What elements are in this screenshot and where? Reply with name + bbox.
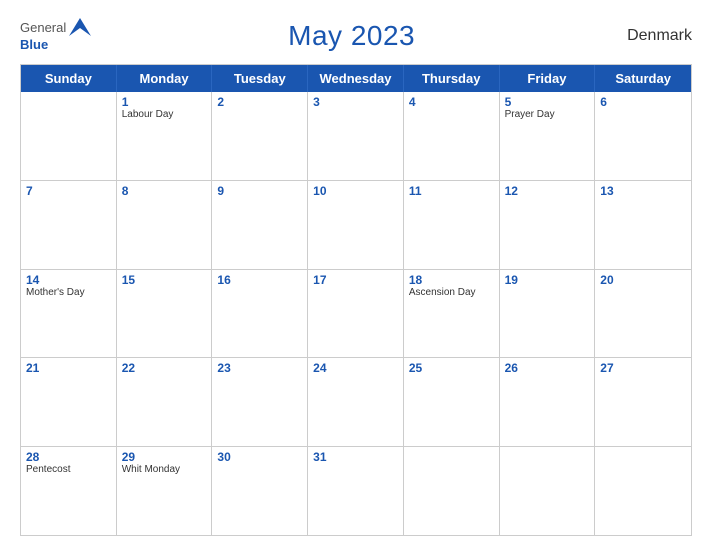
holiday-label: Labour Day	[122, 109, 207, 121]
day-number: 28	[26, 450, 111, 464]
day-cell: 6	[595, 92, 691, 180]
day-cell: 4	[404, 92, 500, 180]
day-header-friday: Friday	[500, 65, 596, 92]
logo-bird-icon	[69, 18, 91, 36]
day-header-thursday: Thursday	[404, 65, 500, 92]
day-number: 17	[313, 273, 398, 287]
day-headers-row: SundayMondayTuesdayWednesdayThursdayFrid…	[21, 65, 691, 92]
holiday-label: Whit Monday	[122, 464, 207, 476]
calendar-title-area: May 2023	[91, 20, 612, 52]
country-label: Denmark	[612, 27, 692, 45]
day-number: 15	[122, 273, 207, 287]
day-number: 27	[600, 361, 686, 375]
day-cell: 11	[404, 181, 500, 269]
day-number: 31	[313, 450, 398, 464]
day-cell	[595, 447, 691, 535]
day-cell: 24	[308, 358, 404, 446]
day-cell: 20	[595, 270, 691, 358]
day-cell: 21	[21, 358, 117, 446]
day-cell: 9	[212, 181, 308, 269]
day-cell: 15	[117, 270, 213, 358]
day-number: 9	[217, 184, 302, 198]
day-number: 3	[313, 95, 398, 109]
day-cell: 14Mother's Day	[21, 270, 117, 358]
calendar-body: 1Labour Day2345Prayer Day67891011121314M…	[21, 92, 691, 535]
day-cell: 16	[212, 270, 308, 358]
day-number: 5	[505, 95, 590, 109]
day-cell: 10	[308, 181, 404, 269]
day-number: 22	[122, 361, 207, 375]
week-row-1: 1Labour Day2345Prayer Day6	[21, 92, 691, 181]
day-number: 13	[600, 184, 686, 198]
day-cell: 3	[308, 92, 404, 180]
day-number: 1	[122, 95, 207, 109]
day-cell: 17	[308, 270, 404, 358]
logo: General Blue	[20, 18, 91, 54]
day-header-sunday: Sunday	[21, 65, 117, 92]
day-cell: 13	[595, 181, 691, 269]
week-row-3: 14Mother's Day 15 16 17 18Ascension Day 19 20	[21, 270, 691, 359]
day-cell: 25	[404, 358, 500, 446]
day-number: 29	[122, 450, 207, 464]
day-number: 26	[505, 361, 590, 375]
day-number: 4	[409, 95, 494, 109]
day-cell: 27	[595, 358, 691, 446]
day-number: 8	[122, 184, 207, 198]
day-number: 6	[600, 95, 686, 109]
day-number: 23	[217, 361, 302, 375]
day-cell: 2	[212, 92, 308, 180]
day-cell: 7	[21, 181, 117, 269]
day-number: 11	[409, 184, 494, 198]
day-cell: 22	[117, 358, 213, 446]
day-header-wednesday: Wednesday	[308, 65, 404, 92]
day-cell: 23	[212, 358, 308, 446]
logo-blue-text: Blue	[20, 37, 48, 52]
calendar-title: May 2023	[288, 20, 415, 51]
day-number: 30	[217, 450, 302, 464]
day-cell: 18Ascension Day	[404, 270, 500, 358]
holiday-label: Prayer Day	[505, 109, 590, 121]
logo-general-text: General	[20, 20, 66, 35]
week-row-4: 21 22 23 24 25 26 27	[21, 358, 691, 447]
holiday-label: Pentecost	[26, 464, 111, 476]
day-number: 2	[217, 95, 302, 109]
day-number: 16	[217, 273, 302, 287]
day-number: 25	[409, 361, 494, 375]
day-number: 20	[600, 273, 686, 287]
week-row-5: 28Pentecost29Whit Monday3031	[21, 447, 691, 535]
day-cell: 8	[117, 181, 213, 269]
day-cell: 26	[500, 358, 596, 446]
holiday-label: Mother's Day	[26, 287, 111, 299]
day-cell: 1Labour Day	[117, 92, 213, 180]
day-cell: 28Pentecost	[21, 447, 117, 535]
day-number: 14	[26, 273, 111, 287]
day-header-tuesday: Tuesday	[212, 65, 308, 92]
day-number: 21	[26, 361, 111, 375]
day-cell: 31	[308, 447, 404, 535]
day-cell: 30	[212, 447, 308, 535]
day-number: 7	[26, 184, 111, 198]
day-cell: 5Prayer Day	[500, 92, 596, 180]
day-cell: 19	[500, 270, 596, 358]
day-number: 10	[313, 184, 398, 198]
day-number: 12	[505, 184, 590, 198]
week-row-2: 789 10 11 12 13	[21, 181, 691, 270]
day-header-monday: Monday	[117, 65, 213, 92]
day-cell	[21, 92, 117, 180]
holiday-label: Ascension Day	[409, 287, 494, 299]
day-cell: 12	[500, 181, 596, 269]
day-number: 18	[409, 273, 494, 287]
day-cell	[404, 447, 500, 535]
day-number: 24	[313, 361, 398, 375]
day-cell: 29Whit Monday	[117, 447, 213, 535]
day-header-saturday: Saturday	[595, 65, 691, 92]
day-number: 19	[505, 273, 590, 287]
day-cell	[500, 447, 596, 535]
calendar: SundayMondayTuesdayWednesdayThursdayFrid…	[20, 64, 692, 536]
